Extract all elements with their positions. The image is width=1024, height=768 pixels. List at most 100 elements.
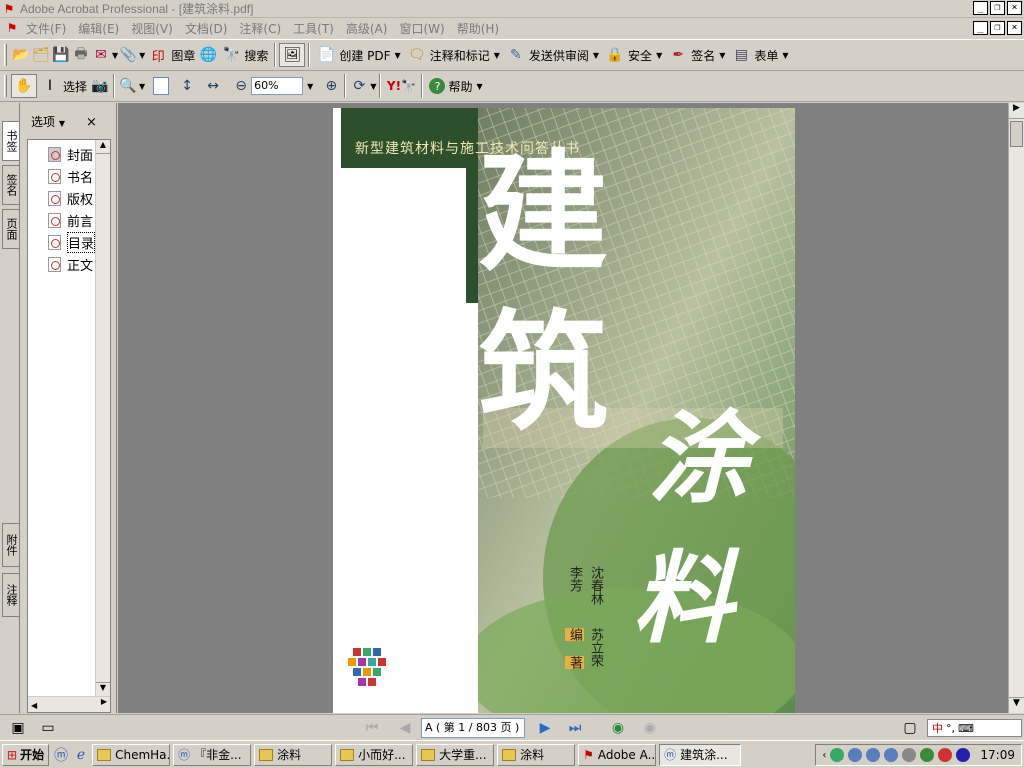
forms-button[interactable]: ▤ 表单 ▼ (728, 42, 791, 68)
menu-file[interactable]: 文件(F) (26, 20, 66, 37)
security-button[interactable]: 🔒 安全 ▼ (602, 42, 665, 68)
previous-page-icon[interactable]: ◀ (395, 718, 415, 738)
yahoo-search-icon[interactable]: Y!🔭 (384, 76, 418, 96)
tray-volume-icon[interactable] (902, 748, 917, 762)
zoom-input[interactable]: 60% (251, 77, 304, 95)
panel-toggle-icon[interactable]: ▣ (8, 718, 28, 738)
restore-button[interactable]: ❐ (990, 1, 1005, 15)
attach-icon[interactable]: 📎 (118, 45, 138, 65)
menu-window[interactable]: 窗口(W) (399, 20, 444, 37)
single-page-icon[interactable]: ▢ (900, 718, 920, 738)
menu-comments[interactable]: 注释(C) (239, 20, 281, 37)
minimize-button[interactable]: _ (973, 1, 988, 15)
tab-signatures[interactable]: 签名 (2, 165, 19, 205)
help-dropdown-icon[interactable]: ▼ (477, 82, 483, 91)
tray-maxthon-icon[interactable] (848, 748, 863, 762)
bookmark-body[interactable]: 正文 (48, 254, 93, 274)
task-coatings-folder[interactable]: 涂料 (254, 743, 333, 766)
bookmark-title-page[interactable]: 书名 (48, 166, 93, 186)
comment-dropdown-icon[interactable]: ▼ (494, 51, 500, 60)
sign-button[interactable]: ✒ 签名 ▼ (665, 42, 728, 68)
create-pdf-dropdown-icon[interactable]: ▼ (395, 51, 401, 60)
select-tool-button[interactable]: Ⅰ 选择 (37, 73, 90, 99)
tray-app-icon[interactable] (830, 748, 845, 762)
tray-qq-icon[interactable] (938, 748, 953, 762)
menu-view[interactable]: 视图(V) (131, 20, 173, 37)
send-review-button[interactable]: ✎ 发送供审阅 ▼ (503, 42, 602, 68)
task-building-coatings[interactable]: ⓜ 建筑涂... (659, 743, 742, 766)
document-vertical-scrollbar[interactable]: ▶ ▼ (1008, 103, 1024, 713)
bookmark-contents[interactable]: 目录 (48, 231, 96, 253)
ie-icon[interactable]: ℯ (70, 745, 92, 765)
tab-bookmarks[interactable]: 书签 (2, 121, 19, 161)
fit-page-icon[interactable]: ↕ (177, 76, 197, 96)
create-pdf-button[interactable]: 📄 创建 PDF ▼ (313, 42, 403, 68)
doc-close-button[interactable]: × (1007, 21, 1022, 35)
comment-markup-button[interactable]: 🗨 注释和标记 ▼ (404, 42, 503, 68)
stamp-button[interactable]: 印 图章 (145, 42, 198, 68)
print-icon[interactable]: 🖶 (71, 45, 91, 65)
zoom-out-icon[interactable]: ⊖ (231, 76, 251, 96)
page-layout-icon[interactable]: ▭ (38, 718, 58, 738)
hand-tool-icon[interactable]: ✋ (11, 74, 37, 98)
page-number-field[interactable]: A ( 第 1 / 803 页 ) (421, 718, 525, 738)
menu-advanced[interactable]: 高级(A) (346, 20, 388, 37)
tray-security-icon[interactable] (956, 748, 971, 762)
save-icon[interactable]: 💾 (51, 45, 71, 65)
scroll-thumb[interactable] (1010, 121, 1023, 147)
tab-pages[interactable]: 页面 (2, 209, 19, 249)
bookmarks-vertical-scrollbar[interactable]: ▲ ▼ (95, 140, 110, 696)
task-nonmetal[interactable]: ⓜ 『非金... (173, 743, 252, 766)
review-dropdown-icon[interactable]: ▼ (593, 51, 599, 60)
doc-restore-button[interactable]: ❐ (990, 21, 1005, 35)
options-menu[interactable]: 选项 ▼ (31, 113, 65, 130)
tab-comments[interactable]: 注释 (2, 573, 19, 617)
task-coatings-folder-2[interactable]: 涂料 (497, 743, 576, 766)
snapshot-camera-icon[interactable]: 📷 (90, 76, 110, 96)
search-button[interactable]: 🔭 搜索 (218, 42, 271, 68)
picture-tasks-icon[interactable]: 🖼 (279, 43, 306, 67)
organizer-icon[interactable]: 🗂 (31, 45, 51, 65)
next-page-icon[interactable]: ▶ (535, 718, 555, 738)
task-small-good[interactable]: 小而好... (335, 743, 414, 766)
task-adobe[interactable]: ⚑ Adobe A... (578, 743, 657, 766)
tray-arrow-icon[interactable]: ‹ (822, 750, 826, 761)
zoom-dropdown-icon[interactable]: ▼ (307, 82, 313, 91)
scroll-down-arrow-icon[interactable]: ▼ (1009, 697, 1024, 713)
task-university[interactable]: 大学重... (416, 743, 495, 766)
next-view-icon[interactable]: ◉ (640, 718, 660, 738)
panel-close-button[interactable]: × (86, 115, 97, 130)
tray-maxthon-icon[interactable] (884, 748, 899, 762)
task-chemha[interactable]: ChemHa... (92, 743, 171, 766)
start-button[interactable]: ⊞ 开始 (2, 743, 50, 766)
forms-dropdown-icon[interactable]: ▼ (782, 51, 788, 60)
tray-network-icon[interactable] (920, 748, 935, 762)
help-button[interactable]: ? 帮助 ▼ (426, 73, 485, 99)
actual-size-icon[interactable] (153, 77, 170, 95)
tab-attachments[interactable]: 附件 (2, 523, 19, 567)
close-button[interactable]: × (1007, 1, 1022, 15)
last-page-icon[interactable]: ⏭ (565, 718, 585, 738)
menu-edit[interactable]: 编辑(E) (78, 20, 119, 37)
menu-document[interactable]: 文档(D) (185, 20, 228, 37)
scroll-right-arrow-icon[interactable]: ▶ (1009, 103, 1024, 119)
menu-tools[interactable]: 工具(T) (293, 20, 334, 37)
bookmark-copyright[interactable]: 版权 (48, 188, 93, 208)
rotate-dropdown-icon[interactable]: ▼ (370, 82, 376, 91)
doc-minimize-button[interactable]: _ (973, 21, 988, 35)
previous-view-icon[interactable]: ◉ (608, 718, 628, 738)
zoom-tool-dropdown-icon[interactable]: ▼ (139, 82, 145, 91)
rotate-view-icon[interactable]: ⟳ (349, 76, 369, 96)
bookmark-preface[interactable]: 前言 (48, 210, 93, 230)
maxthon-icon[interactable]: ⓜ (52, 745, 70, 765)
zoom-in-tool-icon[interactable]: 🔍 (118, 76, 138, 96)
web-globe-icon[interactable]: 🌐 (198, 45, 218, 65)
tray-maxthon-icon[interactable] (866, 748, 881, 762)
security-dropdown-icon[interactable]: ▼ (656, 51, 662, 60)
bookmark-cover[interactable]: 封面 (48, 144, 93, 164)
fit-width-icon[interactable]: ↔ (203, 76, 223, 96)
ime-bar[interactable]: 中 °, ⌨ (927, 719, 1022, 737)
open-folder-icon[interactable]: 📂 (11, 45, 31, 65)
first-page-icon[interactable]: ⏮ (362, 718, 382, 738)
email-icon[interactable]: ✉ (91, 45, 111, 65)
